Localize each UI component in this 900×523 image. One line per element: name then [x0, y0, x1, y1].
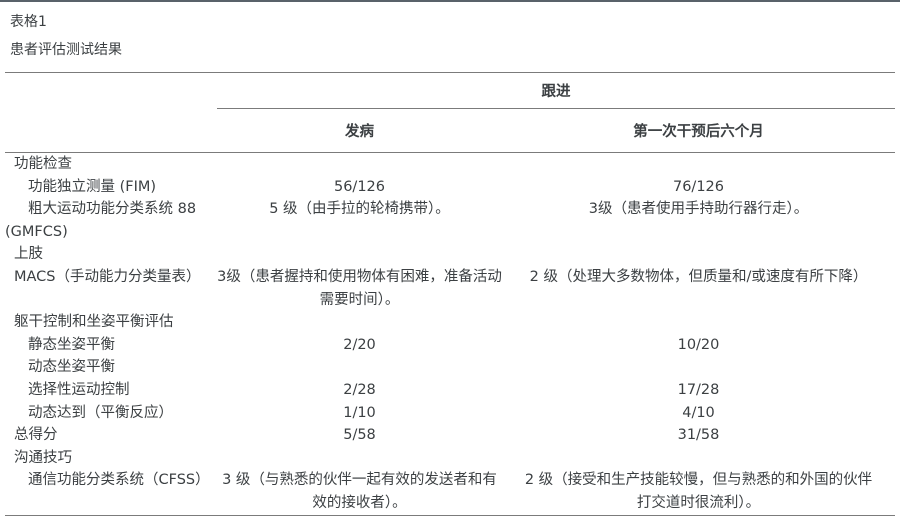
six-months-value: 3级（患者使用手持助行器行走）。	[588, 201, 809, 218]
row-static-sitting-balance: 静态坐姿平衡 2/20 10/20	[5, 334, 895, 357]
row-total-score: 总得分 5/58 31/58	[5, 424, 895, 447]
six-months-value	[502, 447, 895, 470]
row-functional-exam: 功能检查	[5, 153, 895, 176]
six-months-value: 31/58	[677, 427, 720, 444]
six-months-value: 76/126	[672, 178, 724, 195]
row-label: 粗大运动功能分类系统 88 (GMFCS)	[5, 201, 197, 240]
row-trunk-balance: 躯干控制和坐姿平衡评估	[5, 311, 895, 334]
row-dynamic-reach: 动态达到（平衡反应） 1/10 4/10	[5, 402, 895, 425]
onset-value: 56/126	[333, 178, 385, 195]
table-label: 表格1	[10, 14, 47, 30]
row-label: 选择性运动控制	[28, 381, 130, 398]
six-months-value: 2 级（处理大多数物体，但质量和/或速度有所下降）	[529, 268, 868, 285]
row-label: 躯干控制和坐姿平衡评估	[14, 314, 174, 331]
row-dynamic-sitting-balance: 动态坐姿平衡	[5, 356, 895, 379]
row-label: 静态坐姿平衡	[28, 336, 115, 353]
six-months-value: 17/28	[677, 381, 720, 398]
onset-value	[217, 447, 502, 470]
column-header-onset: 发病	[217, 108, 502, 153]
row-label: 动态坐姿平衡	[28, 359, 115, 376]
row-fim: 功能独立测量 (FIM) 56/126 76/126	[5, 176, 895, 199]
row-communication-skills: 沟通技巧	[5, 447, 895, 470]
onset-value: 3 级（与熟悉的伙伴一起有效的发送者和有效的接收者）。	[222, 472, 497, 511]
onset-value	[217, 243, 502, 266]
row-label: 上肢	[14, 246, 43, 263]
row-selective-motor-control: 选择性运动控制 2/28 17/28	[5, 379, 895, 402]
onset-value: 5 级（由手拉的轮椅携带）。	[269, 201, 450, 218]
row-label: 通信功能分类系统（CFSS）	[28, 472, 210, 489]
six-months-value	[502, 153, 895, 176]
row-label: 功能独立测量 (FIM)	[28, 178, 157, 195]
header-spacer-cell	[5, 108, 217, 153]
onset-value: 3级（患者握持和使用物体有困难，准备活动需要时间）。	[217, 268, 502, 308]
six-months-value	[502, 311, 895, 334]
header-spacer-cell	[5, 72, 217, 109]
row-gmfcs: 粗大运动功能分类系统 88 (GMFCS) 5 级（由手拉的轮椅携带）。 3级（…	[5, 198, 895, 243]
onset-value: 1/10	[343, 404, 376, 421]
column-header-six-months: 第一次干预后六个月	[502, 108, 895, 153]
followup-header-row: 跟进	[5, 72, 895, 109]
column-header-row: 发病 第一次干预后六个月	[5, 108, 895, 153]
six-months-value	[502, 356, 895, 379]
row-cfss: 通信功能分类系统（CFSS） 3 级（与熟悉的伙伴一起有效的发送者和有效的接收者…	[5, 469, 895, 515]
paper-table-page: 表格1 患者评估测试结果 跟进 发病 第一次干预后六个月 功能检查 功能独立测量…	[0, 0, 900, 523]
onset-value	[217, 356, 502, 379]
row-label: MACS（手动能力分类量表）	[14, 268, 201, 285]
six-months-value	[502, 243, 895, 266]
onset-value	[217, 311, 502, 334]
row-label: 功能检查	[14, 156, 72, 172]
row-upper-limb: 上肢	[5, 243, 895, 266]
row-label: 总得分	[14, 427, 58, 444]
six-months-value: 4/10	[682, 404, 715, 421]
onset-value: 2/20	[343, 336, 376, 353]
six-months-value: 10/20	[677, 336, 720, 353]
six-months-value: 2 级（接受和生产技能较慢，但与熟悉的和外国的伙伴打交道时很流利）。	[524, 472, 873, 511]
onset-value	[217, 153, 502, 176]
table-title: 患者评估测试结果	[10, 42, 122, 58]
row-macs: MACS（手动能力分类量表） 3级（患者握持和使用物体有困难，准备活动需要时间）…	[5, 266, 895, 311]
row-label: 动态达到（平衡反应）	[28, 404, 173, 421]
onset-value: 2/28	[343, 381, 376, 398]
assessment-results-table: 跟进 发病 第一次干预后六个月 功能检查 功能独立测量 (FIM) 56/126…	[5, 72, 895, 516]
onset-value: 5/58	[343, 427, 376, 444]
row-label: 沟通技巧	[14, 449, 72, 466]
followup-spanner-header: 跟进	[217, 72, 895, 109]
